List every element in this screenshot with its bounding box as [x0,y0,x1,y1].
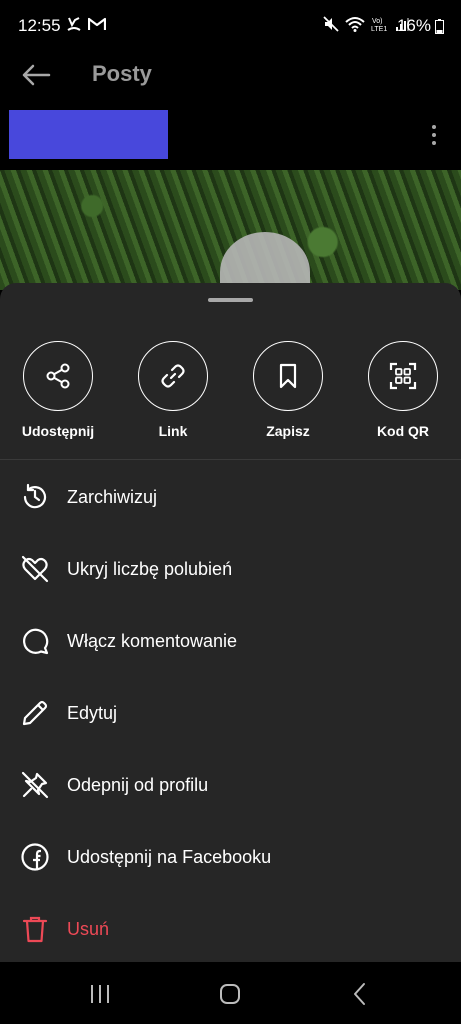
menu-item-enable-comments[interactable]: Włącz komentowanie [0,611,461,671]
menu-item-delete[interactable]: Usuń [0,899,461,959]
save-action-circle[interactable] [253,341,323,411]
back-button[interactable] [18,60,54,90]
qr-code-action[interactable]: Kod QR [353,341,453,439]
svg-text:Vo): Vo) [372,18,383,25]
more-options-button[interactable] [423,122,445,148]
post-image[interactable] [0,170,461,290]
missed-call-icon [67,17,81,31]
system-nav-bar [0,962,461,1024]
link-action[interactable]: Link [123,341,223,439]
qr-code-action-circle[interactable] [368,341,438,411]
facebook-icon [19,841,51,873]
menu-item-edit-label: Edytuj [67,702,118,723]
volte-icon: Vo) LTE1 [371,18,387,32]
redacted-username[interactable] [9,110,168,159]
page-title: Posty [92,61,152,86]
mute-icon [323,16,339,32]
post-photo-subject [220,232,310,290]
unpin-icon [19,769,51,801]
sheet-divider [0,459,461,460]
more-vertical-icon [432,125,436,145]
link-action-circle[interactable] [138,341,208,411]
battery-icon [435,19,444,34]
comment-icon [19,625,51,657]
share-action-label: Udostępnij [21,423,95,439]
status-time: 12:55 [18,16,61,35]
menu-item-share-facebook-label: Udostępnij na Facebooku [67,846,272,867]
post-header [0,98,461,170]
recent-apps-icon [91,985,109,1003]
qr-code-action-label: Kod QR [376,423,430,439]
options-sheet: Udostępnij Link Zapisz Kod QR Zarchiwizu… [0,283,461,962]
drag-handle[interactable] [208,298,253,302]
menu-item-archive-label: Zarchiwizuj [67,486,158,507]
home-button[interactable] [210,980,250,1008]
link-icon [161,364,185,388]
home-icon [220,984,240,1004]
nav-back-button[interactable] [340,980,380,1008]
menu-item-hide-likes[interactable]: Ukryj liczbę polubień [0,539,461,599]
top-bar: Posty [0,52,461,98]
wifi-icon [345,17,365,32]
heart-off-icon [19,553,51,585]
menu-item-unpin[interactable]: Odepnij od profilu [0,755,461,815]
battery-percent: 16% [396,16,431,35]
share-icon [46,363,70,389]
save-action[interactable]: Zapisz [238,341,338,439]
menu-item-delete-label: Usuń [67,918,110,939]
share-action-circle[interactable] [23,341,93,411]
link-action-label: Link [158,423,188,439]
share-action[interactable]: Udostępnij [8,341,108,439]
menu-item-archive[interactable]: Zarchiwizuj [0,467,461,527]
menu-item-unpin-label: Odepnij od profilu [67,774,209,795]
nav-back-icon [354,983,365,1005]
menu-item-hide-likes-label: Ukryj liczbę polubień [67,558,233,579]
gmail-icon [88,17,106,30]
trash-icon [19,913,51,945]
back-arrow-icon [22,64,51,86]
menu-item-enable-comments-label: Włącz komentowanie [67,630,238,651]
bookmark-icon [279,363,297,389]
recent-apps-button[interactable] [80,980,120,1008]
status-left-icons [66,16,106,32]
qr-code-icon [389,362,417,390]
menu-item-edit[interactable]: Edytuj [0,683,461,743]
menu-item-share-facebook[interactable]: Udostępnij na Facebooku [0,827,461,887]
pencil-icon [19,697,51,729]
svg-text:LTE1: LTE1 [371,26,387,32]
status-bar: 12:55 Vo) LTE1 16% [0,0,461,52]
archive-history-icon [19,481,51,513]
save-action-label: Zapisz [266,423,310,439]
